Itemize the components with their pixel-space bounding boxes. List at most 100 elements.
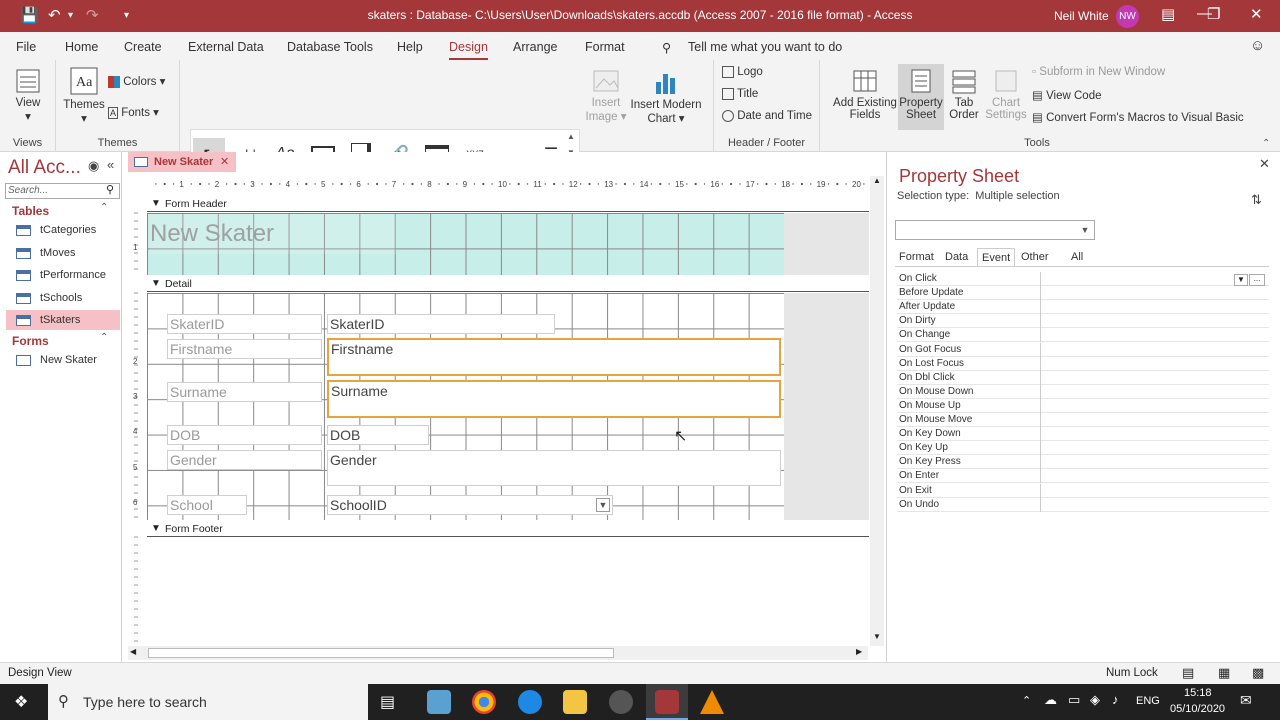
tab-arrange[interactable]: Arrange: [513, 40, 557, 54]
field-dob[interactable]: DOB: [327, 425, 429, 445]
collapse-forms-icon[interactable]: ⌃: [100, 332, 108, 343]
gallery-scroll-up-icon[interactable]: ▲: [567, 132, 575, 141]
close-tab-icon[interactable]: ✕: [220, 152, 229, 172]
ptab-format[interactable]: Format: [895, 248, 938, 266]
property-row[interactable]: On Dirty: [897, 314, 1269, 329]
avatar[interactable]: NW: [1116, 5, 1139, 28]
tray-chevron-icon[interactable]: ⌃: [1022, 694, 1031, 707]
chrome-icon[interactable]: [472, 690, 496, 714]
property-row[interactable]: On Got Focus: [897, 342, 1269, 357]
form-header-bar[interactable]: ▼ Form Header: [147, 196, 869, 212]
nav-menu-icon[interactable]: ◉: [88, 158, 99, 174]
label-firstname[interactable]: Firstname: [167, 339, 322, 359]
tab-external-data[interactable]: External Data: [188, 40, 264, 54]
restore-icon[interactable]: ❐: [1207, 5, 1220, 23]
file-explorer-icon[interactable]: [563, 690, 587, 714]
nav-item-tschools[interactable]: tSchools: [6, 288, 120, 308]
taskbar-search-input[interactable]: ⚲ Type here to search: [48, 684, 368, 720]
app-icon[interactable]: [427, 690, 451, 714]
property-row[interactable]: On Undo: [897, 497, 1269, 512]
nav-item-tskaters[interactable]: tSkaters: [6, 310, 120, 330]
tab-database-tools[interactable]: Database Tools: [287, 40, 373, 54]
doc-tab-new-skater[interactable]: New Skater ✕: [128, 152, 236, 172]
property-row[interactable]: On Dbl Click: [897, 370, 1269, 385]
property-row[interactable]: On Key Up: [897, 441, 1269, 456]
layout-view-icon[interactable]: ▦: [1218, 665, 1230, 681]
field-skaterid[interactable]: SkaterID: [327, 314, 555, 334]
nav-item-tcategories[interactable]: tCategories: [6, 220, 120, 240]
property-sheet-button[interactable]: Property Sheet: [898, 64, 944, 130]
chevron-down-icon[interactable]: ▼: [1078, 223, 1092, 237]
design-view-icon[interactable]: ▩: [1252, 665, 1264, 681]
nav-section-forms[interactable]: Forms: [12, 334, 49, 348]
form-title-label[interactable]: New Skater: [150, 214, 396, 254]
horizontal-scrollbar[interactable]: ◀ ▶: [128, 646, 868, 660]
close-pane-icon[interactable]: ✕: [1259, 156, 1270, 172]
convert-macros-button[interactable]: ▤ Convert Form's Macros to Visual Basic: [1032, 110, 1244, 124]
label-skaterid[interactable]: SkaterID: [167, 314, 322, 334]
search-icon[interactable]: ⚲: [106, 183, 114, 196]
tab-format[interactable]: Format: [585, 40, 625, 54]
ptab-all[interactable]: All: [1067, 248, 1087, 266]
volume-icon[interactable]: ♪: [1112, 692, 1119, 707]
collapse-tables-icon[interactable]: ⌃: [100, 202, 108, 213]
property-row[interactable]: On Enter: [897, 469, 1269, 484]
field-schoolid[interactable]: SchoolID ▼: [327, 495, 613, 515]
form-footer-bar[interactable]: ▼ Form Footer: [147, 521, 869, 537]
language-indicator[interactable]: ENG: [1136, 695, 1160, 707]
ptab-event[interactable]: Event: [977, 248, 1016, 266]
network-icon[interactable]: ◈: [1090, 692, 1100, 708]
shutter-bar-icon[interactable]: «: [107, 157, 114, 172]
obs-icon[interactable]: [609, 690, 633, 714]
form-view-icon[interactable]: ▤: [1182, 665, 1194, 681]
property-row[interactable]: Before Update: [897, 286, 1269, 301]
label-dob[interactable]: DOB: [167, 425, 322, 445]
property-row[interactable]: On Mouse Move: [897, 413, 1269, 427]
detail-bar[interactable]: ▼ Detail: [147, 276, 869, 292]
property-row[interactable]: On Key Down: [897, 427, 1269, 442]
label-surname[interactable]: Surname: [167, 382, 322, 402]
themes-button[interactable]: Aa Themes ▾: [62, 66, 106, 125]
tab-home[interactable]: Home: [65, 40, 98, 54]
tab-create[interactable]: Create: [124, 40, 162, 54]
close-icon[interactable]: ✕: [1250, 5, 1263, 23]
label-gender[interactable]: Gender: [167, 450, 322, 470]
battery-icon[interactable]: ▭: [1068, 692, 1080, 708]
task-view-icon[interactable]: ▤: [380, 692, 395, 712]
windows-start-icon[interactable]: ❖: [14, 692, 28, 712]
vertical-scrollbar[interactable]: ▲ ▼: [870, 176, 884, 646]
onedrive-icon[interactable]: ☁: [1044, 692, 1057, 708]
property-row[interactable]: On Key Press: [897, 455, 1269, 470]
chevron-down-icon[interactable]: ▼: [1234, 274, 1248, 286]
ptab-other[interactable]: Other: [1017, 248, 1053, 266]
property-row[interactable]: On Lost Focus: [897, 356, 1269, 371]
logo-button[interactable]: Logo: [722, 66, 763, 78]
property-row[interactable]: On Mouse Up: [897, 398, 1269, 413]
tab-file[interactable]: File: [16, 40, 36, 54]
notifications-icon[interactable]: ✉: [1240, 692, 1252, 709]
view-code-button[interactable]: ▤ View Code: [1032, 88, 1101, 102]
sort-icon[interactable]: ⇅: [1251, 192, 1262, 208]
edge-icon[interactable]: [518, 690, 542, 714]
tab-design[interactable]: Design: [449, 40, 488, 60]
colors-button[interactable]: Colors ▾: [108, 74, 165, 88]
property-row[interactable]: On Click: [897, 272, 1269, 286]
property-row[interactable]: On Mouse Down: [897, 384, 1269, 399]
field-gender[interactable]: Gender: [327, 450, 781, 486]
add-existing-fields-button[interactable]: Add Existing Fields: [832, 68, 898, 121]
property-row[interactable]: After Update: [897, 300, 1269, 315]
property-row[interactable]: On Exit: [897, 483, 1269, 498]
nav-section-tables[interactable]: Tables: [12, 204, 49, 218]
scroll-thumb[interactable]: [148, 648, 614, 658]
nav-header[interactable]: All Acc...: [8, 157, 81, 179]
nav-search-input[interactable]: Search...: [5, 183, 120, 199]
date-time-button[interactable]: Date and Time: [722, 110, 812, 122]
label-school[interactable]: School: [167, 495, 247, 515]
nav-item-new-skater[interactable]: New Skater: [6, 350, 120, 370]
selection-dropdown[interactable]: ▼: [895, 220, 1095, 240]
fonts-button[interactable]: A Fonts ▾: [108, 105, 159, 119]
field-surname[interactable]: Surname: [327, 380, 781, 418]
collapse-ribbon-icon[interactable]: ⌃: [1262, 138, 1270, 149]
smiley-icon[interactable]: ☺: [1250, 37, 1265, 54]
vlc-icon[interactable]: [700, 690, 724, 714]
